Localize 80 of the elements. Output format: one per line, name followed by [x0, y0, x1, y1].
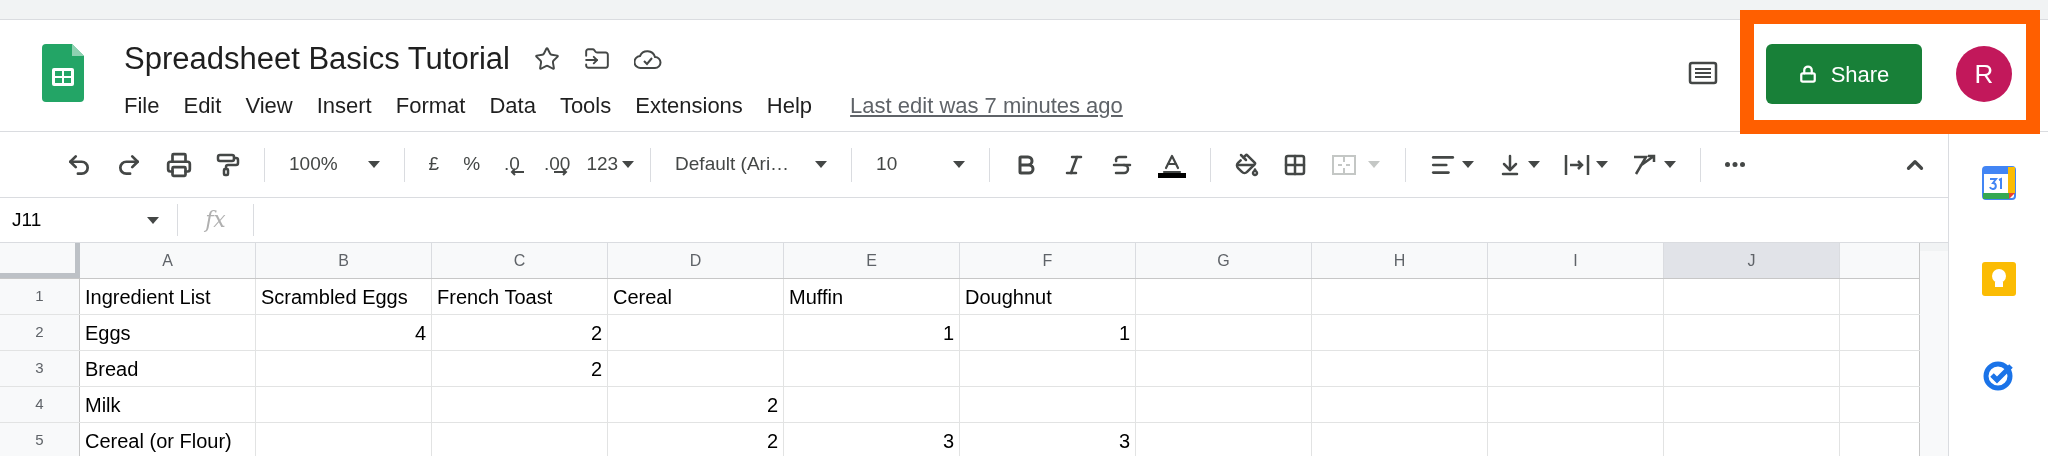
caret-icon [622, 161, 635, 168]
table-cell: 2 [432, 315, 608, 350]
font-size-dropdown[interactable]: 10 [864, 144, 978, 185]
row-header[interactable]: 1 [0, 279, 80, 314]
table-cell: 4 [256, 315, 432, 350]
table-cell: 2 [608, 423, 784, 456]
currency-button[interactable]: £ [416, 144, 452, 185]
caret-icon [147, 216, 159, 224]
caret-icon [1368, 161, 1381, 168]
menu-item[interactable]: Data [477, 88, 548, 122]
menu-item[interactable]: Help [754, 88, 825, 122]
table-cell: Eggs [80, 315, 256, 350]
grid-icon [1283, 152, 1308, 177]
menu-item[interactable]: Insert [304, 88, 384, 122]
menu-item[interactable]: Tools [547, 88, 624, 122]
column-header[interactable]: B [256, 243, 432, 278]
printer-icon [166, 151, 192, 178]
number-format-dropdown[interactable]: 123 [582, 144, 639, 185]
column-header[interactable]: D [608, 243, 784, 278]
row-header[interactable]: 4 [0, 387, 80, 422]
share-button[interactable]: Share [1766, 44, 1922, 104]
table-cell: 1 [784, 315, 960, 350]
row-header[interactable]: 5 [0, 423, 80, 456]
table-cell: 3 [784, 423, 960, 456]
menu-item[interactable]: View [233, 88, 305, 122]
caret-icon [1528, 161, 1541, 168]
menu-item[interactable]: Format [383, 88, 478, 122]
right-arrow-icon [553, 168, 568, 177]
caret-icon [953, 161, 966, 168]
menu-item[interactable]: Edit [171, 88, 234, 122]
table-cell: 2 [608, 387, 784, 422]
document-title[interactable]: Spreadsheet Basics Tutorial [124, 36, 510, 83]
caret-icon [1664, 161, 1677, 168]
sheets-logo-icon [42, 44, 84, 102]
caret-icon [1596, 161, 1609, 168]
last-edit-link[interactable]: Last edit was 7 minutes ago [850, 88, 1123, 122]
table-cell: Scrambled Eggs [256, 279, 432, 314]
table-cell: Ingredient List [80, 279, 256, 314]
paint-bucket-icon [1235, 152, 1260, 177]
increase-decimal-button[interactable]: .00 [531, 144, 583, 185]
paint-roller-icon [216, 152, 240, 177]
table-cell: French Toast [432, 279, 608, 314]
zoom-dropdown[interactable]: 100% [277, 144, 392, 185]
caret-icon [1462, 161, 1475, 168]
fx-label: fx [178, 204, 254, 236]
table-cell: Milk [80, 387, 256, 422]
column-header[interactable]: J [1664, 243, 1840, 278]
calendar-icon[interactable] [1981, 166, 2016, 200]
table-cell: Cereal (or Flour) [80, 423, 256, 456]
column-header[interactable]: G [1136, 243, 1312, 278]
name-box[interactable]: J11 [0, 204, 178, 236]
font-dropdown[interactable]: Default (Ari… [663, 144, 840, 185]
comments-icon[interactable] [1688, 61, 1718, 87]
menu-item[interactable]: File [124, 88, 172, 122]
row-header[interactable]: 2 [0, 315, 80, 350]
table-cell: Bread [80, 351, 256, 386]
column-header[interactable]: C [432, 243, 608, 278]
left-arrow-icon [510, 168, 525, 177]
row-header[interactable]: 3 [0, 351, 80, 386]
column-header[interactable]: H [1312, 243, 1488, 278]
decrease-decimal-button[interactable]: .0 [492, 144, 532, 185]
table-cell: 2 [432, 351, 608, 386]
table-cell: 1 [960, 315, 1136, 350]
caret-icon [815, 161, 828, 168]
column-header[interactable]: F [960, 243, 1136, 278]
column-header[interactable]: A [80, 243, 256, 278]
percent-button[interactable]: % [451, 144, 493, 185]
cloud-check-icon[interactable] [634, 48, 662, 71]
avatar[interactable]: R [1956, 46, 2012, 102]
column-header[interactable]: E [784, 243, 960, 278]
menu-item[interactable]: Extensions [623, 88, 755, 122]
table-cell: Doughnut [960, 279, 1136, 314]
wrap-icon [1564, 153, 1591, 176]
table-cell: 3 [960, 423, 1136, 456]
table-cell: Muffin [784, 279, 960, 314]
lock-icon [1798, 65, 1817, 83]
more-icon [1725, 162, 1746, 167]
star-icon[interactable] [534, 46, 560, 73]
table-cell: Cereal [608, 279, 784, 314]
caret-icon [367, 161, 380, 168]
